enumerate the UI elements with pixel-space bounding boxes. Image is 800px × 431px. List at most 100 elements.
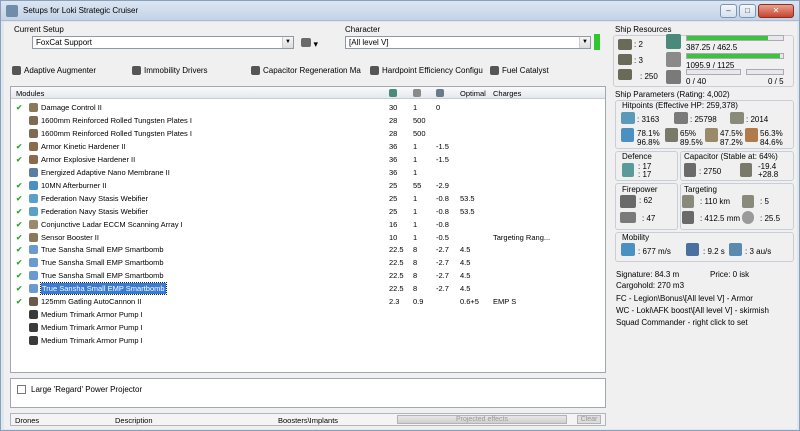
table-row[interactable]: Medium Trimark Armor Pump I [11, 335, 605, 346]
module-power: 1 [413, 141, 418, 151]
module-check-icon: ✔ [16, 258, 23, 268]
table-row[interactable]: ✔ Armor Kinetic Hardener II 36 1 -1.5 [11, 141, 605, 152]
module-name: True Sansha Small EMP Smartbomb [41, 271, 164, 281]
dropdown-arrow-icon: ▾ [313, 39, 319, 49]
close-button[interactable]: ✕ [758, 4, 794, 18]
module-power: 1 [413, 193, 418, 203]
structure-icon [730, 112, 744, 124]
range-icon [682, 195, 694, 208]
module-cpu: 36 [389, 141, 398, 151]
cpu-value: 387.25 / 462.5 [686, 43, 738, 52]
module-optimal: 4.5 [460, 271, 471, 281]
projected-checkbox[interactable] [17, 385, 26, 394]
hi-slots: : 2 [634, 40, 643, 49]
module-icon [29, 141, 38, 151]
defence-title: Defence [622, 152, 652, 161]
module-name: True Sansha Small EMP Smartbomb [41, 245, 164, 255]
subsystem-item[interactable]: Adaptive Augmenter [12, 66, 122, 75]
table-row[interactable]: Medium Trimark Armor Pump I [11, 322, 605, 333]
module-cpu: 10 [389, 232, 398, 242]
module-cpu: 28 [389, 128, 398, 138]
module-capacitor: -2.7 [436, 284, 449, 294]
table-row[interactable]: ✔ Damage Control II 30 1 0 [11, 102, 605, 113]
subsystem-toolbar: Adaptive Augmenter Immobility Drivers Ca… [10, 64, 606, 80]
module-capacitor: -2.7 [436, 271, 449, 281]
wrench-icon [301, 38, 311, 47]
table-row[interactable]: ✔ Sensor Booster II 10 1 -0.5 Targeting Rang.… [11, 232, 605, 243]
firepower-dps: : 62 [639, 196, 653, 205]
subsystem-item[interactable]: Immobility Drivers [132, 66, 242, 75]
module-optimal: 4.5 [460, 284, 471, 294]
character-status-indicator [594, 34, 600, 50]
wing-commander-link[interactable]: WC - Loki\AFK boost\[All level V] - skir… [616, 306, 769, 315]
table-row[interactable]: 1600mm Reinforced Rolled Tungsten Plates… [11, 128, 605, 139]
module-power: 1 [413, 103, 418, 112]
character-select[interactable]: [All level V] ▼ [345, 36, 591, 49]
warp-speed: : 3 au/s [745, 247, 772, 256]
drone-bay-value: 0 / 40 [686, 77, 707, 86]
tab-drones[interactable]: Drones [15, 416, 39, 425]
module-check-icon: ✔ [16, 141, 23, 151]
table-row[interactable]: Energized Adaptive Nano Membrane II 36 1 [11, 167, 605, 178]
setup-tools-button[interactable]: ▾ [301, 36, 325, 49]
projected-effects-button[interactable]: Projected effects [397, 415, 567, 424]
table-row[interactable]: ✔ Armor Explosive Hardener II 36 1 -1.5 [11, 154, 605, 165]
drone-bandwidth-value: 0 / 5 [768, 77, 784, 86]
module-icon [29, 103, 38, 112]
subsystem-label: Fuel Catalyst [502, 66, 549, 75]
module-check-icon: ✔ [16, 206, 23, 216]
module-cpu: 36 [389, 154, 398, 164]
subsystem-item[interactable]: Capacitor Regeneration Ma [251, 66, 369, 75]
table-row[interactable]: ✔ Conjunctive Ladar ECCM Scanning Array I… [11, 219, 605, 230]
resist-em-shield: 78.1% [637, 129, 660, 138]
resources-title: Ship Resources [615, 25, 672, 34]
module-power: 8 [413, 245, 418, 255]
module-name: Medium Trimark Armor Pump I [41, 310, 143, 320]
table-row[interactable]: ✔ 10MN Afterburner II 25 55 -2.9 [11, 180, 605, 191]
module-capacitor: -0.8 [436, 206, 449, 216]
shield-icon [621, 112, 635, 124]
module-cpu: 22.5 [389, 284, 404, 294]
module-check-icon: ✔ [16, 193, 23, 203]
header-charges[interactable]: Charges [493, 89, 521, 98]
module-power: 500 [413, 115, 426, 125]
tab-description[interactable]: Description [115, 416, 153, 425]
shield-hp: : 3163 [637, 115, 660, 124]
squad-commander-link[interactable]: Squad Commander - right click to set [616, 318, 748, 327]
table-row[interactable]: ✔ True Sansha Small EMP Smartbomb 22.5 8 -2.… [11, 270, 605, 281]
header-optimal[interactable]: Optimal [460, 89, 486, 98]
align-time: : 9.2 s [703, 247, 725, 256]
tab-boosters[interactable]: Boosters\Implants [278, 416, 338, 425]
table-row[interactable]: ✔ 125mm Gatling AutoCannon II 2.3 0.9 0.6+5 E… [11, 296, 605, 307]
table-row[interactable]: ✔ True Sansha Small EMP Smartbomb 22.5 8 -2.… [11, 257, 605, 268]
module-capacitor: -2.7 [436, 258, 449, 268]
params-title: Ship Parameters (Rating: 4,002) [615, 90, 730, 99]
capacitor-icon[interactable] [436, 89, 444, 97]
table-row[interactable]: Medium Trimark Armor Pump I [11, 309, 605, 320]
table-row[interactable]: ✔ True Sansha Small EMP Smartbomb 22.5 8 -2.… [11, 244, 605, 255]
header-modules[interactable]: Modules [16, 89, 44, 98]
fleet-commander-link[interactable]: FC - Legion\Bonus\[All level V] - Armor [616, 294, 753, 303]
maximize-button[interactable]: □ [739, 4, 756, 18]
clear-button[interactable]: Clear [577, 415, 601, 424]
capacitor-icon [684, 163, 696, 177]
minimize-button[interactable]: – [720, 4, 737, 18]
subsystem-label: Immobility Drivers [144, 66, 208, 75]
window-body: Current Setup FoxCat Support ▼ ▾ Charact… [4, 22, 797, 429]
sensor-strength-icon [742, 211, 754, 224]
table-row[interactable]: 1600mm Reinforced Rolled Tungsten Plates… [11, 115, 605, 126]
structure-hp: : 2014 [746, 115, 769, 124]
module-cpu: 25 [389, 206, 398, 216]
table-row[interactable]: ✔ Federation Navy Stasis Webifier 25 1 -0.8 5… [11, 206, 605, 217]
table-row[interactable]: ✔ True Sansha Small EMP Smartbomb 22.5 8 -2.… [11, 282, 605, 296]
setup-select[interactable]: FoxCat Support ▼ [32, 36, 294, 49]
module-power: 1 [413, 206, 418, 216]
table-row[interactable]: ✔ Federation Navy Stasis Webifier 25 1 -0.8 5… [11, 193, 605, 204]
power-icon[interactable] [413, 89, 421, 97]
module-cpu: 28 [389, 115, 398, 125]
subsystem-item[interactable]: Fuel Catalyst [490, 66, 600, 75]
module-power: 8 [413, 284, 418, 294]
subsystem-item[interactable]: Hardpoint Efficiency Configu [370, 66, 486, 75]
cpu-icon[interactable] [389, 89, 397, 97]
powergrid-icon [666, 52, 681, 67]
